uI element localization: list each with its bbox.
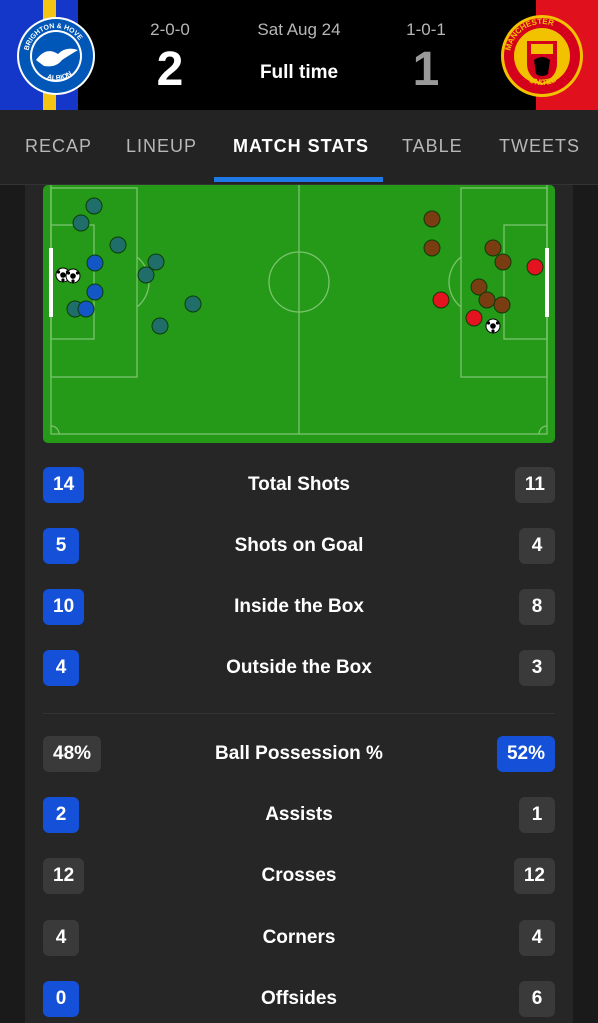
stat-label: Assists <box>265 804 333 825</box>
home-stat-value: 0 <box>43 981 79 1017</box>
stat-label: Crosses <box>261 865 337 886</box>
stats-divider <box>43 713 555 714</box>
stat-label: Shots on Goal <box>234 535 364 556</box>
home-shot-marker <box>151 317 169 335</box>
away-shot-marker-on-target <box>432 291 450 309</box>
away-stat-value: 8 <box>519 589 555 625</box>
home-stat-value: 48% <box>43 736 102 772</box>
stat-label: Total Shots <box>247 474 351 495</box>
shot-map-pitch <box>43 185 555 443</box>
away-shot-marker-on-target <box>465 309 483 327</box>
away-goal <box>545 248 549 317</box>
home-stat-value: 4 <box>43 650 79 686</box>
home-team-record: 2-0-0 <box>150 20 190 39</box>
goal-ball-icon <box>65 268 81 284</box>
home-shot-marker <box>147 253 165 271</box>
home-shot-marker-on-target <box>86 283 104 301</box>
stat-label: Ball Possession % <box>215 743 383 764</box>
match-date: Sat Aug 24 <box>257 20 341 39</box>
stat-row-offsides: 0 Offsides 6 <box>43 981 555 1017</box>
away-stat-value: 4 <box>519 528 555 564</box>
home-goal <box>49 248 53 317</box>
away-stat-value: 11 <box>514 467 555 503</box>
away-shot-marker <box>423 210 441 228</box>
home-shot-marker-on-target <box>77 300 95 318</box>
home-stat-value: 4 <box>43 920 79 956</box>
stat-row-corners: 4 Corners 4 <box>43 920 555 956</box>
tab-lineup[interactable]: LINEUP <box>126 136 197 157</box>
away-shot-marker <box>493 296 511 314</box>
tab-recap[interactable]: RECAP <box>25 136 92 157</box>
goal-ball-icon <box>485 318 501 334</box>
manchester-united-crest-icon[interactable]: MANCHESTER UNITED <box>500 14 584 98</box>
home-shot-marker <box>85 197 103 215</box>
home-shot-marker-on-target <box>86 254 104 272</box>
brighton-crest-icon[interactable]: BRIGHTON & HOVE ALBION <box>16 16 96 96</box>
home-stat-value: 12 <box>43 858 85 894</box>
away-shot-marker <box>494 253 512 271</box>
home-stat-value: 10 <box>43 589 85 625</box>
away-stat-value: 6 <box>519 981 555 1017</box>
match-header: BRIGHTON & HOVE ALBION MANCHESTER UNITED… <box>0 0 598 110</box>
stat-row-outside-the-box: 4 Outside the Box 3 <box>43 650 555 686</box>
stat-label: Offsides <box>260 988 338 1009</box>
away-shot-marker-on-target <box>526 258 544 276</box>
home-shot-marker <box>109 236 127 254</box>
home-team-score: 2 <box>156 43 184 96</box>
away-stat-value: 3 <box>519 650 555 686</box>
away-shot-marker <box>423 239 441 257</box>
active-tab-indicator <box>214 177 383 182</box>
tab-tweets[interactable]: TWEETS <box>499 136 580 157</box>
stat-label: Inside the Box <box>234 596 364 617</box>
stat-row-total-shots: 14 Total Shots 11 <box>43 467 555 503</box>
away-team-score: 1 <box>412 43 440 96</box>
home-stat-value: 2 <box>43 797 79 833</box>
stat-row-crosses: 12 Crosses 12 <box>43 858 555 894</box>
tab-table[interactable]: TABLE <box>402 136 463 157</box>
home-stat-value: 5 <box>43 528 79 564</box>
away-stat-value: 12 <box>513 858 555 894</box>
away-team-record: 1-0-1 <box>406 20 446 39</box>
away-stat-value: 4 <box>519 920 555 956</box>
tab-bar: RECAP LINEUP MATCH STATS TABLE TWEETS <box>0 110 598 185</box>
home-shot-marker <box>137 266 155 284</box>
home-shot-marker <box>184 295 202 313</box>
stat-row-shots-on-goal: 5 Shots on Goal 4 <box>43 528 555 564</box>
home-shot-marker <box>72 214 90 232</box>
away-stat-value: 1 <box>519 797 555 833</box>
stat-label: Corners <box>262 927 336 948</box>
match-status: Full time <box>259 62 339 83</box>
away-shot-marker <box>478 291 496 309</box>
home-stat-value: 14 <box>43 467 85 503</box>
stat-row-inside-the-box: 10 Inside the Box 8 <box>43 589 555 625</box>
tab-match-stats[interactable]: MATCH STATS <box>233 136 369 157</box>
stat-row-ball-possession: 48% Ball Possession % 52% <box>43 736 555 772</box>
away-shot-marker <box>484 239 502 257</box>
stat-row-assists: 2 Assists 1 <box>43 797 555 833</box>
away-stat-value: 52% <box>496 736 555 772</box>
stat-label: Outside the Box <box>226 657 372 678</box>
